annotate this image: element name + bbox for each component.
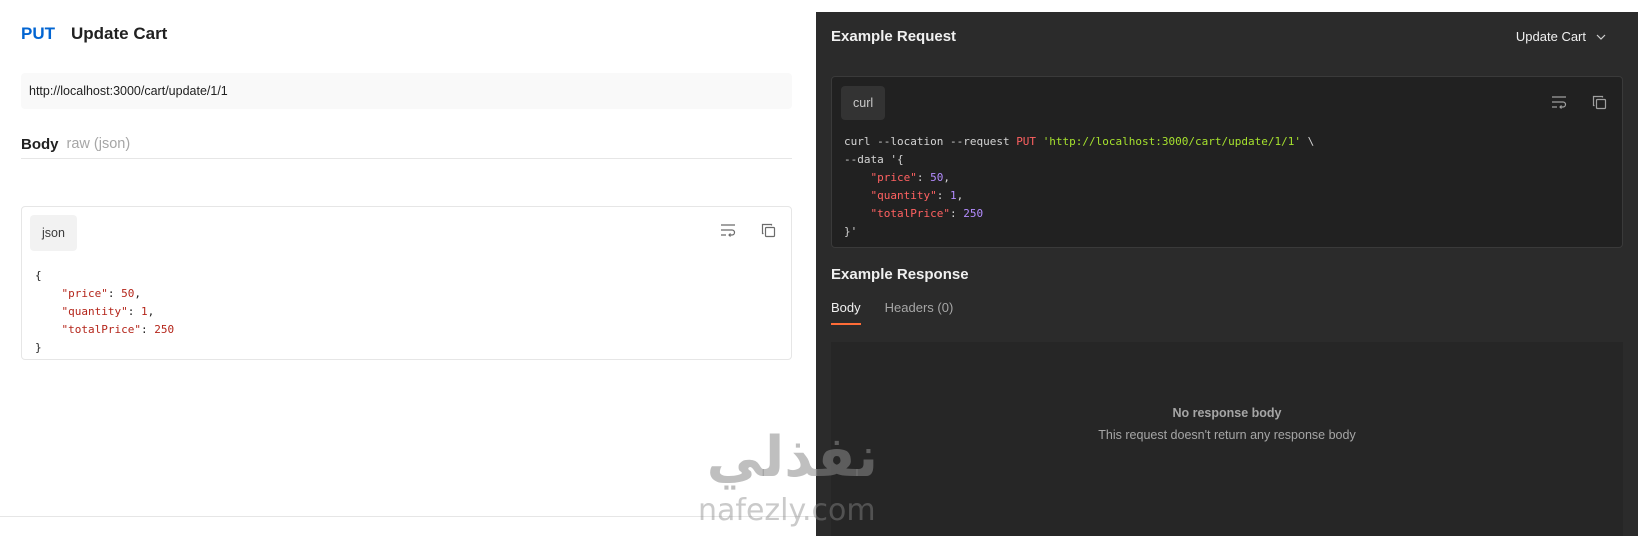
example-selector[interactable]: Update Cart [1516,29,1606,44]
response-tabs: Body Headers (0) [831,300,953,325]
example-response-title: Example Response [831,266,969,283]
request-url-field[interactable]: http://localhost:3000/cart/update/1/1 [21,73,792,109]
example-request-title: Example Request [831,28,957,45]
copy-icon[interactable] [759,221,777,239]
example-selector-label: Update Cart [1515,29,1586,44]
watermark-arabic-text: نفذلي [707,425,878,490]
watermark-logo: نفذلي nafezly.com [698,425,878,528]
empty-state-subtitle: This request doesn't return any response… [1098,428,1356,442]
tab-headers[interactable]: Headers (0) [885,300,954,325]
wrap-lines-icon[interactable] [719,221,737,239]
example-request-code-block: curl curl --location --request PUT 'http… [831,76,1623,248]
body-type: raw (json) [66,136,131,152]
watermark-latin-text: nafezly.com [698,493,876,528]
response-body-area: No response body This request doesn't re… [831,342,1623,536]
code-actions [1550,93,1608,111]
request-body-json: { "price": 50, "quantity": 1, "totalPric… [35,269,175,354]
code-language-chip[interactable]: json [30,215,77,251]
chevron-down-icon [1596,34,1606,40]
body-section-header: Body raw (json) [21,136,792,159]
request-url: http://localhost:3000/cart/update/1/1 [29,84,228,98]
request-body-code-block: json { "price": 50, "quantity": 1, "tota… [21,206,792,360]
code-actions [719,221,777,239]
request-method: PUT [21,24,55,43]
tab-body[interactable]: Body [831,300,861,325]
code-language-chip[interactable]: curl [841,86,886,120]
code-language-label: json [42,226,65,240]
curl-command: curl --location --request PUT 'http://lo… [844,135,1315,238]
empty-state-title: No response body [1172,406,1282,420]
copy-icon[interactable] [1590,93,1608,111]
body-label: Body [21,136,59,153]
request-header: PUT Update Cart [21,24,167,44]
wrap-lines-icon[interactable] [1550,93,1568,111]
request-title: Update Cart [71,24,168,43]
code-language-label: curl [853,96,874,110]
example-panel: Example Request Update Cart curl curl --… [816,12,1638,536]
